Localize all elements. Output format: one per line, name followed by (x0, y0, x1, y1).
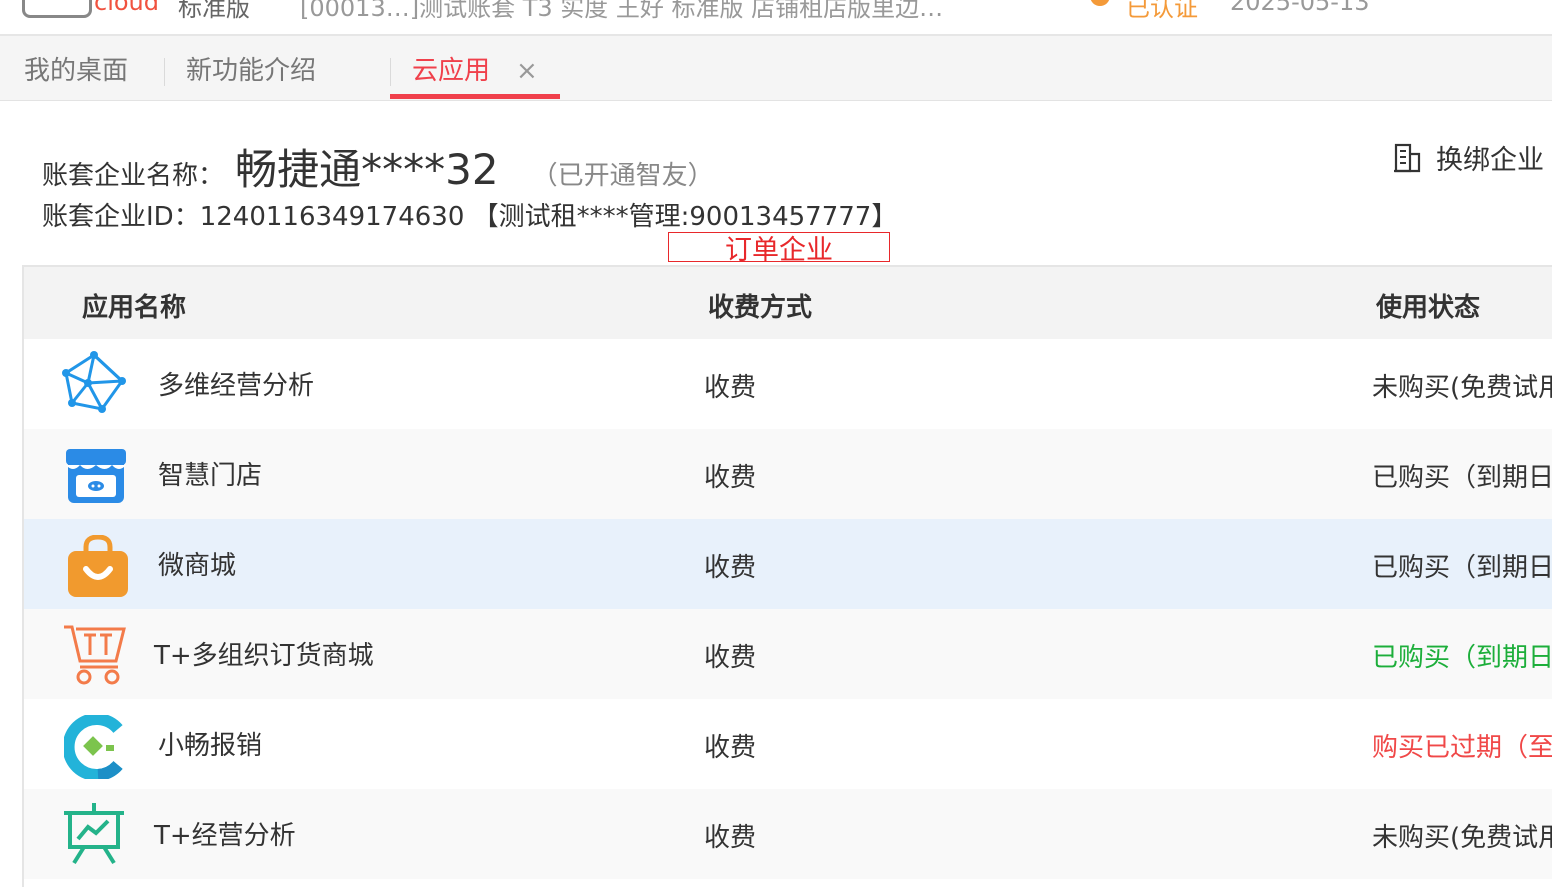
close-icon[interactable]: × (516, 56, 538, 86)
reimburse-c-icon (64, 715, 123, 779)
tab-new-features[interactable]: 新功能介绍 (186, 36, 316, 100)
column-usage-status: 使用状态 (1376, 293, 1481, 323)
table-row[interactable]: 微商城 收费 已购买（到期日 (24, 519, 1552, 609)
company-id-line: 账套企业ID：1240116349174630 【测试租****管理:90013… (42, 202, 898, 232)
table-row[interactable]: 小畅报销 收费 购买已过期（至 (24, 699, 1552, 789)
table-header: 应用名称 收费方式 使用状态 (24, 267, 1552, 339)
certified-icon (1090, 0, 1110, 6)
fee-type: 收费 (704, 553, 757, 583)
smart-store-icon (66, 449, 126, 503)
table-row[interactable]: 智慧门店 收费 已购买（到期日 (24, 429, 1552, 519)
edition-label: 标准版 (178, 0, 250, 22)
table-row[interactable]: T+多组织订货商城 收费 已购买（到期日 (24, 609, 1552, 699)
tab-bar: 我的桌面 新功能介绍 云应用 × (0, 36, 1552, 101)
building-icon (1394, 143, 1421, 172)
column-fee-type: 收费方式 (708, 293, 813, 323)
fee-type: 收费 (704, 643, 757, 673)
company-info: 账套企业名称： 畅捷通****32 （已开通智友） (42, 136, 714, 197)
logo-text: cloud (94, 0, 159, 16)
app-name[interactable]: 小畅报销 (158, 725, 262, 762)
logo-icon (22, 0, 92, 18)
usage-status: 未购买(免费试用 (1372, 823, 1552, 853)
company-name: 畅捷通****32 (235, 145, 499, 194)
fee-type: 收费 (704, 463, 757, 493)
company-name-label: 账套企业名称： (42, 161, 225, 191)
app-name[interactable]: 多维经营分析 (158, 365, 314, 402)
tab-divider (164, 58, 165, 86)
app-name[interactable]: T+多组织订货商城 (154, 635, 374, 672)
rebind-company-button[interactable]: 换绑企业 (1392, 138, 1544, 177)
order-company-label: 订单企业 (668, 232, 890, 262)
usage-status: 已购买（到期日 (1372, 643, 1552, 673)
table-row[interactable]: 多维经营分析 收费 未购买(免费试用 (24, 339, 1552, 429)
usage-status: 未购买(免费试用 (1372, 373, 1552, 403)
usage-status: 购买已过期（至 (1372, 733, 1552, 763)
top-header: cloud 标准版 [00013…]测试账套 T3 实度 王好 标准版 店铺租店… (0, 0, 1552, 36)
app-name[interactable]: 微商城 (158, 545, 236, 582)
tab-divider (390, 58, 391, 86)
table-row[interactable]: T+经营分析 收费 未购买(免费试用 (24, 789, 1552, 879)
fee-type: 收费 (704, 823, 757, 853)
presentation-chart-icon (64, 803, 124, 865)
app-name[interactable]: T+经营分析 (154, 815, 296, 852)
header-date: 2025-05-13 (1230, 0, 1370, 16)
network-analysis-icon (62, 351, 126, 413)
usage-status: 已购买（到期日 (1372, 463, 1552, 493)
shopping-bag-icon (68, 535, 128, 597)
active-tab-indicator (390, 94, 560, 99)
app-name[interactable]: 智慧门店 (158, 455, 262, 492)
tab-my-desktop[interactable]: 我的桌面 (24, 36, 128, 100)
app-table: 应用名称 收费方式 使用状态 多维经营分析 收费 未购买(免费试用 智慧门店 收… (22, 265, 1552, 887)
company-status: （已开通智友） (531, 161, 714, 191)
fee-type: 收费 (704, 373, 757, 403)
column-app-name: 应用名称 (82, 293, 187, 323)
rebind-company-label: 换绑企业 (1436, 145, 1544, 176)
fee-type: 收费 (704, 733, 757, 763)
certified-label: 已认证 (1126, 0, 1198, 22)
shopping-cart-icon (64, 625, 126, 685)
account-title[interactable]: [00013…]测试账套 T3 实度 王好 标准版 店铺租店版里边… (300, 0, 943, 23)
tab-cloud-apps[interactable]: 云应用 (412, 36, 490, 100)
usage-status: 已购买（到期日 (1372, 553, 1552, 583)
